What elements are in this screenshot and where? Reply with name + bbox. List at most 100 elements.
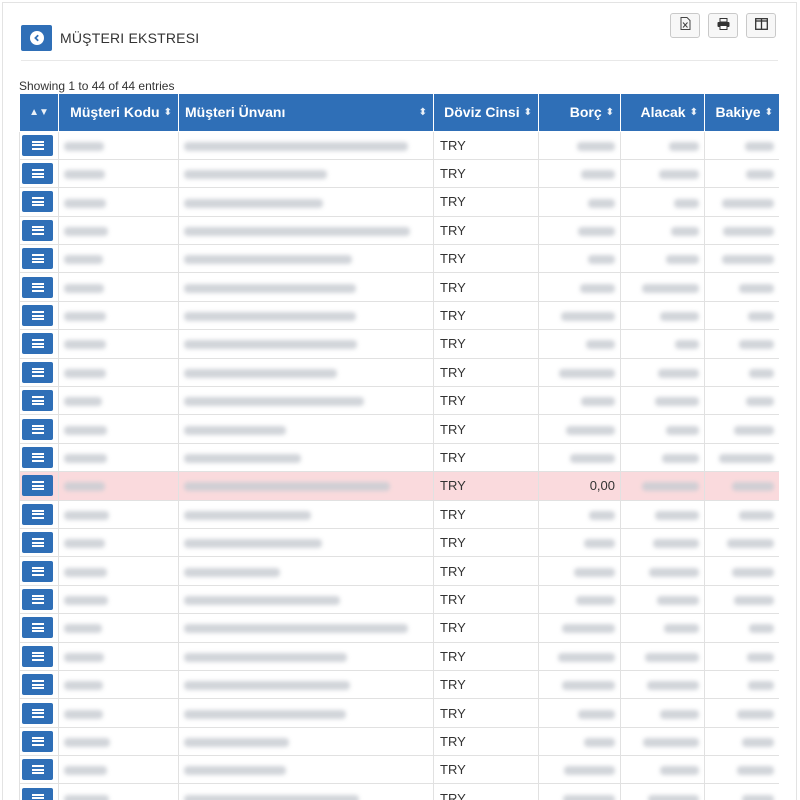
file-excel-icon bbox=[680, 16, 691, 35]
row-detail-button[interactable] bbox=[22, 759, 53, 781]
table-row[interactable]: TRY bbox=[19, 783, 779, 800]
row-detail-button[interactable] bbox=[22, 305, 53, 327]
table-row[interactable]: TRY bbox=[19, 187, 779, 217]
row-detail-button[interactable] bbox=[22, 702, 53, 724]
redacted-value bbox=[660, 709, 699, 719]
row-detail-button[interactable] bbox=[22, 418, 53, 440]
table-row[interactable]: TRY bbox=[19, 130, 779, 160]
list-icon bbox=[31, 680, 44, 690]
row-detail-button[interactable] bbox=[22, 475, 53, 497]
row-detail-button[interactable] bbox=[22, 532, 53, 554]
column-header-title[interactable]: Müşteri Ünvanı ⬍ bbox=[178, 94, 434, 132]
table-row[interactable]: TRY bbox=[19, 755, 779, 785]
table-row[interactable]: TRY bbox=[19, 244, 779, 274]
table-row[interactable]: TRY bbox=[19, 158, 779, 189]
table-row[interactable]: TRY bbox=[19, 272, 779, 302]
redacted-value bbox=[653, 539, 699, 549]
cell-credit bbox=[620, 158, 705, 189]
columns-button[interactable] bbox=[746, 13, 776, 38]
cell-currency: TRY bbox=[433, 386, 539, 416]
table-row[interactable]: TRY bbox=[19, 357, 779, 388]
redacted-value bbox=[64, 737, 110, 747]
row-detail-button[interactable] bbox=[22, 730, 53, 752]
row-detail-button[interactable] bbox=[22, 674, 53, 696]
table-row[interactable]: TRY bbox=[19, 726, 779, 757]
table-row[interactable]: TRY bbox=[19, 215, 779, 246]
cell-balance bbox=[704, 442, 779, 473]
column-header-balance[interactable]: Bakiye ⬍ bbox=[704, 94, 779, 132]
row-detail-button[interactable] bbox=[22, 503, 53, 525]
statement-table-container[interactable]: ▲▼ Müşteri Kodu ⬍ Müşteri Ünvanı ⬍ Döviz C… bbox=[19, 94, 779, 800]
cell-title bbox=[178, 300, 434, 331]
redacted-value bbox=[581, 397, 615, 407]
table-row[interactable]: TRY bbox=[19, 698, 779, 728]
cell-debit bbox=[538, 726, 621, 757]
redacted-value bbox=[727, 539, 774, 549]
cell-debit bbox=[538, 755, 621, 785]
table-row[interactable]: TRY bbox=[19, 442, 779, 473]
row-detail-button[interactable] bbox=[22, 390, 53, 412]
redacted-value bbox=[184, 794, 359, 800]
row-detail-button[interactable] bbox=[22, 163, 53, 185]
redacted-value bbox=[564, 766, 615, 776]
row-detail-button[interactable] bbox=[22, 588, 53, 610]
cell-title bbox=[178, 755, 434, 785]
table-row[interactable]: TRY bbox=[19, 329, 779, 359]
redacted-value bbox=[64, 709, 103, 719]
redacted-value bbox=[64, 198, 106, 208]
cell-code bbox=[58, 527, 179, 558]
back-button[interactable] bbox=[21, 25, 52, 51]
row-detail-button[interactable] bbox=[22, 333, 53, 355]
cell-credit bbox=[620, 300, 705, 331]
list-icon bbox=[31, 396, 44, 406]
table-row[interactable]: TRY bbox=[19, 669, 779, 700]
redacted-value bbox=[184, 198, 323, 208]
cell-currency: TRY bbox=[433, 698, 539, 728]
cell-credit bbox=[620, 669, 705, 700]
row-detail-button[interactable] bbox=[22, 361, 53, 383]
row-detail-button[interactable] bbox=[22, 645, 53, 667]
row-detail-button[interactable] bbox=[22, 560, 53, 582]
table-row[interactable]: TRY bbox=[19, 556, 779, 586]
row-detail-button[interactable] bbox=[22, 219, 53, 241]
table-row[interactable]: TRY 0,00 bbox=[19, 471, 779, 501]
redacted-value bbox=[574, 567, 615, 577]
row-detail-button[interactable] bbox=[22, 191, 53, 213]
cell-title bbox=[178, 357, 434, 388]
redacted-value bbox=[64, 283, 104, 293]
column-header-action[interactable]: ▲▼ bbox=[19, 94, 59, 132]
column-header-currency[interactable]: Döviz Cinsi ⬍ bbox=[433, 94, 539, 132]
row-action-cell bbox=[19, 442, 59, 473]
table-row[interactable]: TRY bbox=[19, 527, 779, 558]
table-row[interactable]: TRY bbox=[19, 499, 779, 529]
print-button[interactable] bbox=[708, 13, 738, 38]
column-header-debit[interactable]: Borç ⬍ bbox=[538, 94, 621, 132]
cell-title bbox=[178, 556, 434, 586]
row-detail-button[interactable] bbox=[22, 446, 53, 468]
table-row[interactable]: TRY bbox=[19, 613, 779, 643]
table-row[interactable]: TRY bbox=[19, 414, 779, 444]
table-row[interactable]: TRY bbox=[19, 300, 779, 331]
column-header-code[interactable]: Müşteri Kodu ⬍ bbox=[58, 94, 179, 132]
redacted-value bbox=[657, 596, 699, 605]
export-excel-button[interactable] bbox=[670, 13, 700, 38]
table-row[interactable]: TRY bbox=[19, 641, 779, 671]
column-header-credit[interactable]: Alacak ⬍ bbox=[620, 94, 705, 132]
row-detail-button[interactable] bbox=[22, 248, 53, 270]
redacted-value bbox=[748, 681, 774, 691]
print-icon bbox=[717, 17, 730, 35]
redacted-value bbox=[734, 596, 774, 605]
row-action-cell bbox=[19, 698, 59, 728]
redacted-value bbox=[64, 766, 107, 776]
cell-debit bbox=[538, 499, 621, 529]
redacted-value bbox=[642, 482, 699, 492]
cell-debit bbox=[538, 669, 621, 700]
row-detail-button[interactable] bbox=[22, 276, 53, 298]
redacted-value bbox=[64, 454, 107, 464]
row-detail-button[interactable] bbox=[22, 787, 53, 800]
row-detail-button[interactable] bbox=[22, 134, 53, 156]
table-row[interactable]: TRY bbox=[19, 386, 779, 416]
table-row[interactable]: TRY bbox=[19, 584, 779, 615]
redacted-value bbox=[184, 596, 340, 605]
row-detail-button[interactable] bbox=[22, 617, 53, 639]
